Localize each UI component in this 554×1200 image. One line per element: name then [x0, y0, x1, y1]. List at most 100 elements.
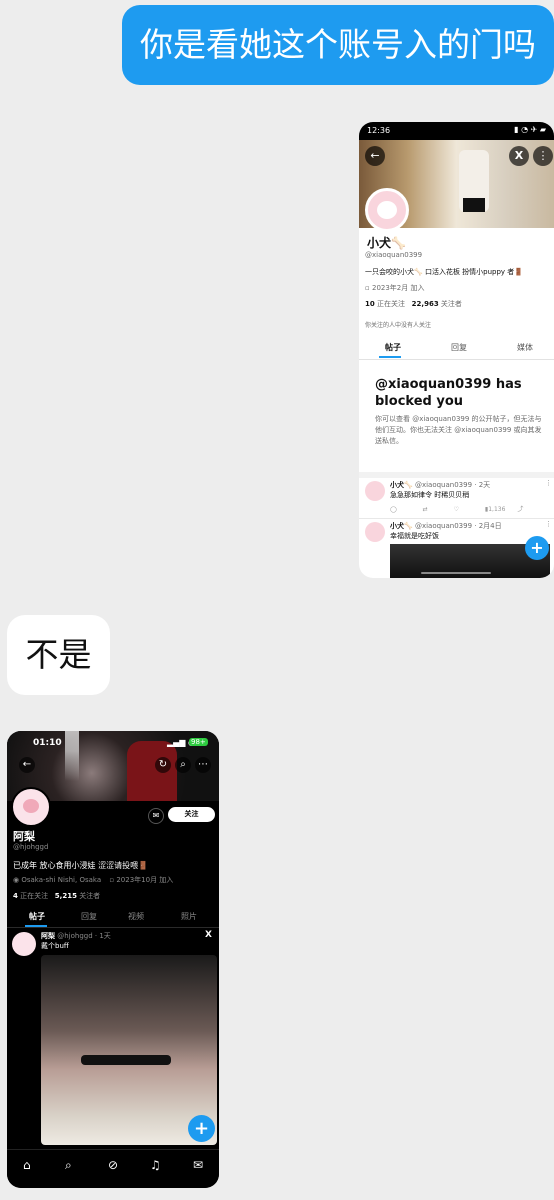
- post-divider: [359, 518, 554, 519]
- joined-date-text: 2023年2月 加入: [371, 284, 425, 292]
- post-text: 戴个buff: [41, 942, 69, 950]
- shared-screenshot-1[interactable]: 12:36 ▮ ◔ ✈ ▰ ← X ⋮ 小犬🦴 @xiaoquan0399 一只…: [359, 122, 554, 578]
- bio: 一只会咬的小犬🦴 口活入花板 扮情小puppy 者🚪: [365, 268, 524, 276]
- translate-icon[interactable]: X: [509, 146, 529, 166]
- follow-stats[interactable]: 10 正在关注 22,963 关注者: [365, 299, 462, 309]
- repost-icon[interactable]: ⇄: [423, 506, 428, 513]
- following-label: 正在关注: [376, 300, 405, 308]
- notifications-icon[interactable]: ♫: [150, 1158, 161, 1172]
- messages-icon[interactable]: ✉: [193, 1158, 203, 1172]
- joined-date-text: 2023年10月 加入: [116, 876, 174, 884]
- reply-icon[interactable]: ◯: [390, 506, 397, 513]
- compose-button[interactable]: +: [525, 536, 549, 560]
- refresh-icon[interactable]: ↻: [155, 757, 171, 773]
- back-arrow-icon[interactable]: ←: [19, 757, 35, 773]
- post-avatar: [12, 932, 36, 956]
- post-meta: @xiaoquan0399 · 2月4日: [414, 522, 502, 530]
- following-count: 10: [365, 300, 375, 308]
- reply-message-text: 不是: [25, 635, 92, 674]
- like-icon[interactable]: ♡: [454, 506, 459, 513]
- post-views: 1,136: [488, 506, 506, 513]
- more-options-icon[interactable]: ⋯: [195, 757, 211, 773]
- grok-icon[interactable]: ⊘: [108, 1158, 118, 1172]
- shared-screenshot-2[interactable]: 01:10 ▂▄▆ ◔ 98+ ← ↻ ⌕ ⋯ ✉ 关注 阿梨 @hjohggd…: [7, 731, 219, 1188]
- avatar-face: [377, 201, 397, 219]
- tab-replies[interactable]: 回复: [81, 911, 97, 922]
- my-message-bubble: 你是看她这个账号入的门吗: [122, 5, 554, 85]
- avatar[interactable]: [365, 188, 409, 232]
- post-row[interactable]: 小犬🦴 @xiaoquan0399 · 2天 ⋮ 急急那如律令 时稀贝贝稍 ◯ …: [359, 479, 554, 517]
- mutual-followers-note: 你关注的人中没有人关注: [365, 322, 432, 329]
- post-avatar: [365, 481, 385, 501]
- calendar-icon: ▫: [365, 284, 372, 292]
- back-arrow-icon[interactable]: ←: [365, 146, 385, 166]
- post-author: 小犬🦴: [390, 481, 413, 489]
- tabs-divider: [7, 927, 219, 928]
- banner-firework: [65, 731, 79, 781]
- tab-photos[interactable]: 照片: [181, 911, 197, 922]
- home-indicator: [421, 572, 491, 574]
- location-text: Osaka-shi Nishi, Osaka: [21, 876, 102, 884]
- handle: @hjohggd: [13, 843, 49, 851]
- tab-posts[interactable]: 帖子: [29, 911, 45, 922]
- post-meta: @hjohggd · 1天: [57, 932, 111, 940]
- tab-posts[interactable]: 帖子: [385, 342, 401, 353]
- follow-button[interactable]: 关注: [168, 807, 215, 822]
- post-actions: ◯ ⇄ ♡ ▮1,136 ⤴: [390, 504, 548, 513]
- display-name: 小犬🦴: [367, 236, 406, 250]
- image-garter: [81, 1055, 171, 1065]
- message-icon[interactable]: ✉: [148, 808, 164, 824]
- bio: 已成年 放心食用小浸娃 涩涩请投喂🚪: [13, 861, 149, 870]
- following-count: 4: [13, 892, 18, 900]
- follow-stats[interactable]: 4 正在关注 5,215 关注者: [13, 891, 100, 901]
- post-text: 急急那如律令 时稀贝贝稍: [390, 491, 470, 499]
- x-logo-icon: X: [205, 930, 212, 940]
- tab-videos[interactable]: 视频: [128, 911, 144, 922]
- tab-media[interactable]: 媒体: [517, 342, 533, 353]
- battery-indicator: 98+: [189, 738, 208, 746]
- handle: @xiaoquan0399: [365, 251, 423, 259]
- reply-message-bubble: 不是: [7, 615, 110, 695]
- post-avatar: [365, 522, 385, 542]
- tab-replies[interactable]: 回复: [451, 342, 467, 353]
- more-options-icon[interactable]: ⋮: [533, 146, 553, 166]
- tabs-divider: [359, 359, 554, 360]
- followers-count: 5,215: [54, 892, 77, 900]
- status-time: 12:36: [367, 126, 391, 135]
- followers-count: 22,963: [411, 300, 439, 308]
- post-author: 小犬🦴: [390, 522, 413, 530]
- bottom-nav: ⌂ ⌕ ⊘ ♫ ✉: [7, 1149, 219, 1188]
- post-header: 阿梨 @hjohggd · 1天: [41, 931, 111, 941]
- followers-label: 关注者: [79, 892, 101, 900]
- search-icon[interactable]: ⌕: [175, 757, 191, 773]
- post-image[interactable]: [41, 955, 217, 1145]
- search-nav-icon[interactable]: ⌕: [65, 1158, 72, 1173]
- banner-skirt: [463, 198, 485, 212]
- avatar[interactable]: [11, 787, 51, 827]
- status-bar: 12:36 ▮ ◔ ✈ ▰: [359, 122, 554, 140]
- post-more-icon[interactable]: ⋮: [545, 479, 552, 487]
- status-time: 01:10: [33, 738, 62, 748]
- section-separator: [359, 472, 554, 478]
- post-header: 小犬🦴 @xiaoquan0399 · 2月4日: [390, 521, 502, 531]
- my-message-text: 你是看她这个账号入的门吗: [140, 25, 536, 64]
- post-more-icon[interactable]: ⋮: [545, 520, 552, 528]
- home-icon[interactable]: ⌂: [23, 1158, 31, 1172]
- joined-date: ▫ 2023年2月 加入: [365, 283, 424, 293]
- post-text: 幸福就是吃好饭: [390, 532, 439, 540]
- post-row[interactable]: 阿梨 @hjohggd · 1天 X 戴个buff: [7, 929, 219, 1149]
- status-icons: ▮ ◔ ✈ ▰: [514, 125, 546, 134]
- display-name: 阿梨: [13, 830, 35, 843]
- share-icon[interactable]: ⤴: [517, 506, 523, 513]
- post-meta: @xiaoquan0399 · 2天: [414, 481, 491, 489]
- followers-label: 关注者: [440, 300, 462, 308]
- post-header: 小犬🦴 @xiaoquan0399 · 2天: [390, 480, 490, 490]
- compose-button[interactable]: +: [188, 1115, 215, 1142]
- post-author: 阿梨: [41, 932, 55, 940]
- blocked-description: 你可以查看 @xiaoquan0399 的公开帖子，但无法与他们互动。你也无法关…: [375, 415, 542, 445]
- blocked-title: @xiaoquan0399 has blocked you: [375, 377, 522, 409]
- following-label: 正在关注: [20, 892, 49, 900]
- banner-figure: [127, 741, 177, 801]
- active-tab-indicator: [379, 356, 401, 358]
- profile-meta: ◉ Osaka-shi Nishi, Osaka ▫ 2023年10月 加入: [13, 875, 173, 885]
